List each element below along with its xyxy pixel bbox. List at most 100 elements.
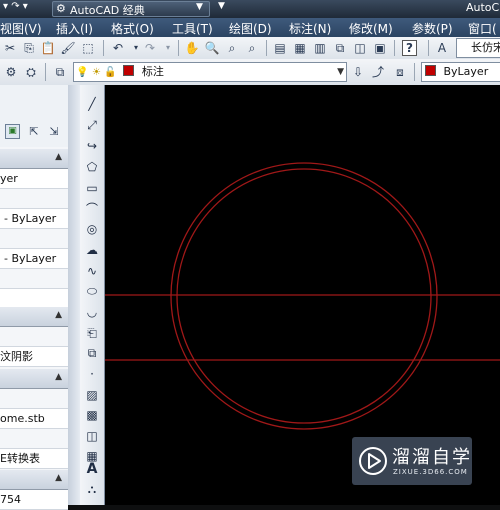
revision-cloud-icon[interactable]: ☁ — [84, 242, 100, 258]
zoom-previous-icon[interactable]: ⌕ — [244, 40, 260, 56]
select-objects-icon[interactable]: ⇱ — [26, 124, 42, 140]
copy-icon[interactable]: ⎘ — [21, 40, 37, 56]
polyline-icon[interactable]: ↪ — [84, 138, 100, 154]
menu-draw[interactable]: 绘图(D) — [229, 20, 272, 37]
hatch-icon[interactable]: ▨ — [84, 387, 100, 403]
color-combo[interactable]: ByLayer — [421, 62, 500, 82]
property-row[interactable]: yer — [0, 169, 68, 189]
draw-toolbar: ╱ ⤢ ↪ ⬠ ▭ ⌒ ◎ ☁ ∿ ⬭ ◡ ⎗ ⧉ · ▨ ▩ ◫ ▦ A ⛬ — [80, 85, 105, 505]
property-row[interactable] — [0, 327, 68, 347]
layer-previous-icon[interactable]: ⤴ — [370, 64, 386, 80]
lock-icon: 🔓 — [104, 67, 117, 78]
section-header-plot[interactable]: ▲ — [0, 369, 68, 389]
circle-icon[interactable]: ◎ — [84, 221, 100, 237]
block-editor-icon[interactable]: ⬚ — [80, 40, 96, 56]
text-style-icon: A — [437, 41, 447, 55]
inner-circle[interactable] — [176, 168, 432, 424]
section-header-general[interactable]: ▲ — [0, 149, 68, 169]
zoom-window-icon[interactable]: ⌕ — [224, 40, 240, 56]
properties-icon[interactable]: ▤ — [272, 40, 288, 56]
qat-dropdown-icon[interactable]: ▼ — [218, 1, 225, 11]
menu-dimension[interactable]: 标注(N) — [289, 20, 331, 37]
layer-states-icon[interactable]: ⧈ — [392, 64, 408, 80]
redo-dropdown-icon[interactable]: ▾ — [160, 40, 176, 56]
ellipse-icon[interactable]: ⬭ — [84, 283, 100, 299]
sun-icon: ☀ — [91, 67, 101, 78]
outer-circle[interactable] — [170, 162, 438, 430]
property-row[interactable]: 754 — [0, 490, 68, 510]
line-icon[interactable]: ╱ — [84, 96, 100, 112]
property-row[interactable]: - ByLayer — [0, 209, 68, 229]
section-header-3d[interactable]: ▲ — [0, 307, 68, 327]
menu-window[interactable]: 窗口( — [468, 20, 497, 37]
point-icon[interactable]: · — [84, 366, 100, 382]
property-row[interactable] — [0, 269, 68, 289]
property-row[interactable]: - ByLayer — [0, 249, 68, 269]
cut-icon[interactable]: ✂ — [2, 40, 18, 56]
watermark: 溜溜自学 ZIXUE.3D66.COM — [352, 437, 472, 485]
section-header-view[interactable]: ▲ — [0, 470, 68, 490]
calculator-icon[interactable]: ▣ — [372, 40, 388, 56]
layers-toolbar: ⚙ ⛭ ⧉ 💡 ☀ 🔓 标注 ▼ ⇩ ⤴ ⧈ ByLayer — [0, 59, 500, 86]
separator — [103, 40, 104, 56]
menu-insert[interactable]: 插入(I) — [56, 20, 93, 37]
workspace-switcher[interactable]: ⚙ AutoCAD 经典 ▼ — [52, 1, 210, 17]
region-icon[interactable]: ◫ — [84, 428, 100, 444]
construction-line-icon[interactable]: ⤢ — [84, 117, 100, 133]
help-icon[interactable]: ? — [402, 40, 417, 56]
separator — [414, 63, 415, 81]
redo-icon[interactable]: ↷ — [142, 40, 158, 56]
design-center-icon[interactable]: ▦ — [292, 40, 308, 56]
multiline-text-icon[interactable]: A — [84, 461, 100, 477]
collapse-icon: ▲ — [55, 152, 62, 162]
watermark-title: 溜溜自学 — [392, 447, 472, 468]
property-row[interactable] — [0, 189, 68, 209]
text-style-combo[interactable]: 长仿宋 — [456, 38, 500, 58]
property-row[interactable]: 汶阴影 — [0, 347, 68, 367]
gradient-icon[interactable]: ▩ — [84, 407, 100, 423]
pan-icon[interactable]: ✋ — [184, 40, 200, 56]
menu-format[interactable]: 格式(O) — [111, 20, 154, 37]
workspace-save-icon[interactable]: ⛭ — [23, 64, 39, 80]
paste-icon[interactable]: 📋 — [40, 40, 56, 56]
arc-icon[interactable]: ⌒ — [84, 201, 100, 217]
property-row[interactable]: ome.stb — [0, 409, 68, 429]
tool-palettes-icon[interactable]: ▥ — [312, 40, 328, 56]
layer-color-swatch — [123, 65, 135, 76]
insert-block-icon[interactable]: ⎗ — [84, 325, 100, 341]
menu-bar: 视图(V) 插入(I) 格式(O) 工具(T) 绘图(D) 标注(N) 修改(M… — [0, 18, 500, 37]
markup-icon[interactable]: ◫ — [352, 40, 368, 56]
chevron-down-icon: ▼ — [196, 2, 203, 12]
property-row[interactable] — [0, 389, 68, 409]
menu-view[interactable]: 视图(V) — [0, 20, 42, 37]
match-properties-icon[interactable]: 🖌 — [60, 40, 76, 56]
property-row[interactable]: E转换表 — [0, 449, 68, 469]
property-row[interactable] — [0, 229, 68, 249]
separator — [428, 40, 429, 56]
rectangle-icon[interactable]: ▭ — [84, 180, 100, 196]
layer-combo[interactable]: 💡 ☀ 🔓 标注 ▼ — [73, 62, 347, 82]
collapse-icon: ▲ — [55, 310, 62, 320]
property-row[interactable] — [0, 289, 68, 309]
ellipse-arc-icon[interactable]: ◡ — [84, 304, 100, 320]
make-current-layer-icon[interactable]: ⇩ — [350, 64, 366, 80]
property-row[interactable] — [0, 429, 68, 449]
workspace-settings-icon[interactable]: ⚙ — [3, 64, 19, 80]
polygon-icon[interactable]: ⬠ — [84, 159, 100, 175]
play-logo-icon — [359, 447, 387, 475]
chevron-down-icon: ▼ — [337, 67, 344, 77]
layer-properties-icon[interactable]: ⧉ — [52, 64, 68, 80]
make-block-icon[interactable]: ⧉ — [84, 345, 100, 361]
add-selected-icon[interactable]: ⛬ — [84, 481, 100, 497]
sheet-set-icon[interactable]: ⧉ — [332, 40, 348, 56]
separator — [394, 40, 395, 56]
menu-parametric[interactable]: 参数(P) — [412, 20, 453, 37]
quick-select-icon[interactable]: ▣ — [5, 124, 20, 139]
menu-modify[interactable]: 修改(M) — [349, 20, 393, 37]
spline-icon[interactable]: ∿ — [84, 263, 100, 279]
toggle-pickadd-icon[interactable]: ⇲ — [46, 124, 62, 140]
zoom-realtime-icon[interactable]: 🔍 — [204, 40, 220, 56]
qat-redo-icon[interactable]: ▾ ↷ ▾ — [3, 1, 28, 12]
undo-icon[interactable]: ↶ — [110, 40, 126, 56]
menu-tools[interactable]: 工具(T) — [172, 20, 213, 37]
